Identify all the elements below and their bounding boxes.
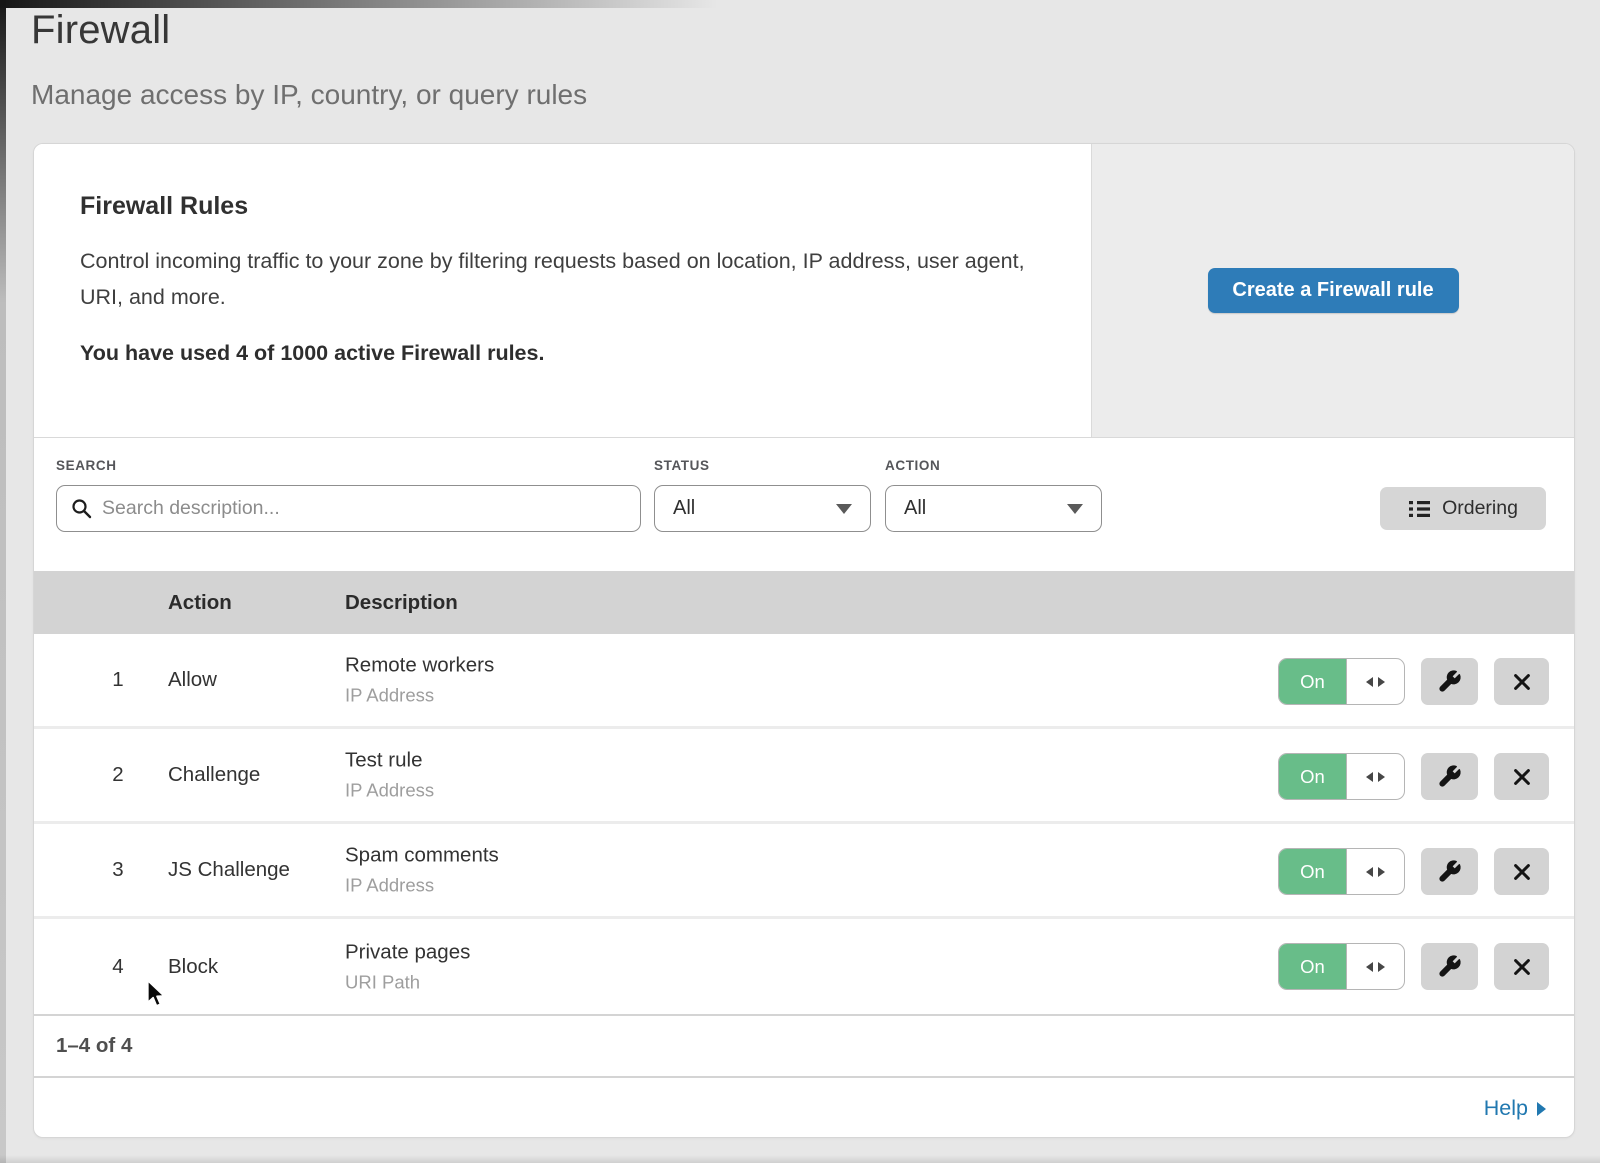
page-subtitle: Manage access by IP, country, or query r… bbox=[31, 79, 587, 111]
toggle-reorder-handle[interactable] bbox=[1347, 849, 1404, 894]
edit-rule-button[interactable] bbox=[1421, 658, 1478, 705]
delete-rule-button[interactable] bbox=[1494, 848, 1549, 895]
toggle-on-label[interactable]: On bbox=[1279, 754, 1347, 799]
rule-priority: 3 bbox=[106, 824, 130, 916]
status-label: STATUS bbox=[654, 458, 710, 473]
ordering-button[interactable]: Ordering bbox=[1380, 487, 1546, 530]
delete-rule-button[interactable] bbox=[1494, 943, 1549, 990]
help-link-label: Help bbox=[1484, 1096, 1528, 1121]
rule-match-type: IP Address bbox=[345, 875, 499, 897]
chevron-down-icon bbox=[1067, 504, 1083, 514]
usage-note: You have used 4 of 1000 active Firewall … bbox=[80, 341, 1051, 366]
close-icon bbox=[1511, 956, 1533, 978]
search-icon bbox=[71, 498, 92, 519]
table-row: 2 Challenge Test rule IP Address On bbox=[34, 729, 1574, 824]
arrow-left-icon bbox=[1366, 867, 1373, 877]
rule-priority: 2 bbox=[106, 729, 130, 821]
arrow-right-icon bbox=[1378, 772, 1385, 782]
rule-enabled-toggle[interactable]: On bbox=[1278, 943, 1405, 990]
chevron-right-icon bbox=[1537, 1102, 1546, 1116]
rule-action: Allow bbox=[168, 634, 217, 726]
wrench-icon bbox=[1437, 859, 1462, 884]
rule-action: JS Challenge bbox=[168, 824, 290, 916]
create-rule-panel: Create a Firewall rule bbox=[1091, 144, 1574, 437]
close-icon bbox=[1511, 671, 1533, 693]
card-heading: Firewall Rules bbox=[80, 192, 1051, 221]
rule-priority: 4 bbox=[106, 919, 130, 1014]
chevron-down-icon bbox=[836, 504, 852, 514]
rules-list: 1 Allow Remote workers IP Address On 2 bbox=[34, 634, 1574, 1014]
toggle-on-label[interactable]: On bbox=[1279, 659, 1347, 704]
search-input[interactable] bbox=[102, 497, 626, 520]
arrow-right-icon bbox=[1378, 677, 1385, 687]
table-row: 3 JS Challenge Spam comments IP Address … bbox=[34, 824, 1574, 919]
action-label: ACTION bbox=[885, 458, 940, 473]
rule-match-type: URI Path bbox=[345, 971, 470, 993]
card-description: Control incoming traffic to your zone by… bbox=[80, 243, 1025, 315]
rule-description-block: Spam comments IP Address bbox=[345, 844, 499, 897]
capture-edge-artifact-left bbox=[0, 0, 6, 1163]
rule-description-block: Private pages URI Path bbox=[345, 940, 470, 993]
filter-bar: SEARCH STATUS ACTION All All bbox=[34, 438, 1574, 571]
rule-priority: 1 bbox=[106, 634, 130, 726]
arrow-right-icon bbox=[1378, 867, 1385, 877]
rule-action: Block bbox=[168, 919, 218, 1014]
edit-rule-button[interactable] bbox=[1421, 753, 1478, 800]
arrow-left-icon bbox=[1366, 772, 1373, 782]
table-row: 4 Block Private pages URI Path On bbox=[34, 919, 1574, 1014]
search-box[interactable] bbox=[56, 485, 641, 532]
card-intro-section: Firewall Rules Control incoming traffic … bbox=[34, 144, 1574, 438]
capture-edge-artifact-bottom bbox=[0, 1155, 1600, 1163]
rule-action: Challenge bbox=[168, 729, 260, 821]
intro-text-panel: Firewall Rules Control incoming traffic … bbox=[34, 144, 1091, 437]
action-select[interactable]: All bbox=[885, 485, 1102, 532]
action-selected-value: All bbox=[904, 497, 926, 520]
toggle-reorder-handle[interactable] bbox=[1347, 944, 1404, 989]
close-icon bbox=[1511, 766, 1533, 788]
pagination-bar: 1–4 of 4 bbox=[34, 1014, 1574, 1076]
rule-description: Remote workers bbox=[345, 654, 494, 678]
page-title: Firewall bbox=[31, 8, 170, 53]
search-label: SEARCH bbox=[56, 458, 117, 473]
column-header-description: Description bbox=[345, 591, 458, 615]
close-icon bbox=[1511, 861, 1533, 883]
rule-description: Spam comments bbox=[345, 844, 499, 868]
firewall-rules-card: Firewall Rules Control incoming traffic … bbox=[33, 143, 1575, 1138]
arrow-right-icon bbox=[1378, 962, 1385, 972]
toggle-on-label[interactable]: On bbox=[1279, 849, 1347, 894]
table-header: Action Description bbox=[34, 571, 1574, 634]
help-link[interactable]: Help bbox=[1484, 1096, 1546, 1121]
arrow-left-icon bbox=[1366, 962, 1373, 972]
rule-description: Private pages bbox=[345, 940, 470, 964]
wrench-icon bbox=[1437, 669, 1462, 694]
ordering-button-label: Ordering bbox=[1442, 497, 1518, 520]
create-firewall-rule-button[interactable]: Create a Firewall rule bbox=[1208, 268, 1459, 313]
toggle-on-label[interactable]: On bbox=[1279, 944, 1347, 989]
rule-description: Test rule bbox=[345, 749, 434, 773]
rule-enabled-toggle[interactable]: On bbox=[1278, 848, 1405, 895]
rule-enabled-toggle[interactable]: On bbox=[1278, 658, 1405, 705]
status-selected-value: All bbox=[673, 497, 695, 520]
wrench-icon bbox=[1437, 954, 1462, 979]
edit-rule-button[interactable] bbox=[1421, 943, 1478, 990]
status-select[interactable]: All bbox=[654, 485, 871, 532]
ordered-list-icon bbox=[1408, 499, 1431, 519]
rule-description-block: Remote workers IP Address bbox=[345, 654, 494, 707]
delete-rule-button[interactable] bbox=[1494, 658, 1549, 705]
rule-match-type: IP Address bbox=[345, 780, 434, 802]
column-header-action: Action bbox=[168, 591, 232, 615]
toggle-reorder-handle[interactable] bbox=[1347, 754, 1404, 799]
pagination-range: 1–4 of 4 bbox=[56, 1034, 132, 1058]
toggle-reorder-handle[interactable] bbox=[1347, 659, 1404, 704]
arrow-left-icon bbox=[1366, 677, 1373, 687]
help-bar: Help bbox=[34, 1076, 1574, 1138]
capture-edge-artifact-top bbox=[0, 0, 780, 8]
edit-rule-button[interactable] bbox=[1421, 848, 1478, 895]
rule-description-block: Test rule IP Address bbox=[345, 749, 434, 802]
rule-match-type: IP Address bbox=[345, 685, 494, 707]
delete-rule-button[interactable] bbox=[1494, 753, 1549, 800]
table-row: 1 Allow Remote workers IP Address On bbox=[34, 634, 1574, 729]
rule-enabled-toggle[interactable]: On bbox=[1278, 753, 1405, 800]
wrench-icon bbox=[1437, 764, 1462, 789]
